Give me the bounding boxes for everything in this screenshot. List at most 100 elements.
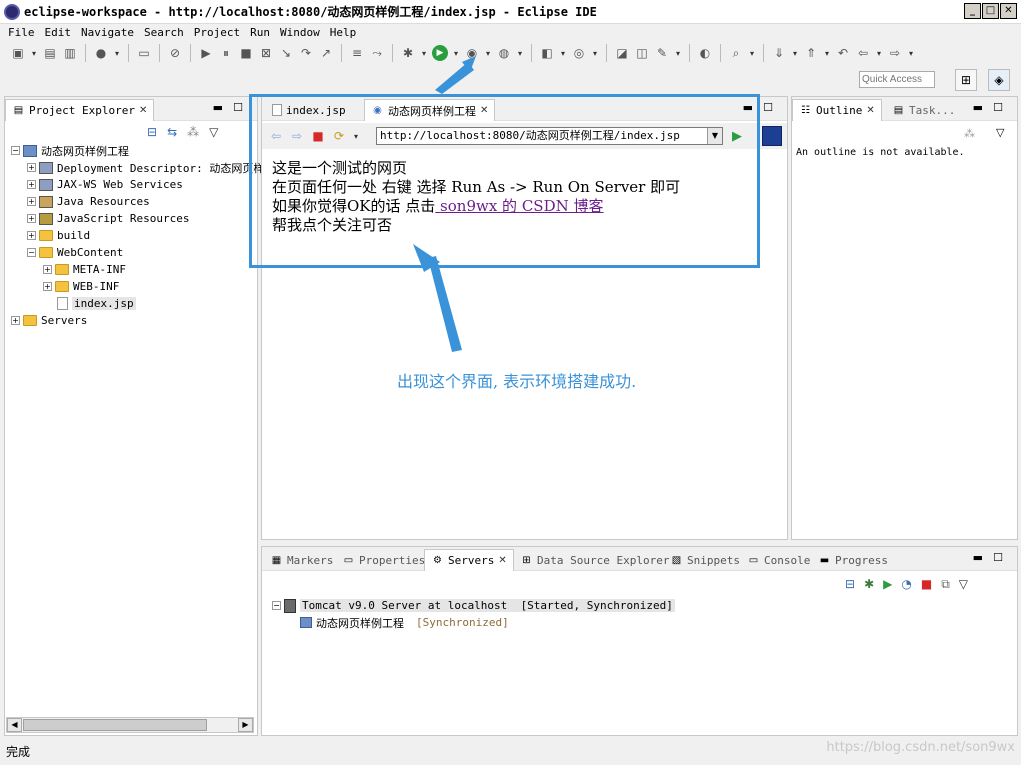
forward-icon[interactable]: ⇨ [887, 45, 903, 61]
menu-search[interactable]: Search [144, 26, 184, 39]
coverage-dropdown-icon[interactable]: ▾ [484, 45, 492, 61]
publish-icon[interactable]: ⧉ [941, 577, 950, 592]
tab-properties[interactable]: ▭ Properties [336, 549, 431, 571]
run-icon[interactable]: ▶ [432, 45, 448, 61]
tree-item-webcontent[interactable]: − WebContent [11, 244, 264, 261]
view-menu-icon[interactable]: ▽ [959, 577, 968, 592]
profile-server-icon[interactable]: ◔ [901, 577, 911, 592]
menu-file[interactable]: File [8, 26, 35, 39]
debug-dropdown-icon[interactable]: ▾ [420, 45, 428, 61]
refresh-dropdown-icon[interactable]: ▾ [352, 128, 360, 144]
menu-window[interactable]: Window [280, 26, 320, 39]
minimize-icon[interactable]: ▬ [973, 101, 983, 114]
tab-project-explorer[interactable]: ▤ Project Explorer ✕ [5, 99, 155, 121]
collapse-icon[interactable]: − [272, 601, 281, 610]
tab-console[interactable]: ▭ Console [741, 549, 816, 571]
minimize-icon[interactable]: ▬ [213, 101, 223, 114]
close-button[interactable]: ✕ [1000, 3, 1017, 19]
back-dropdown-icon[interactable]: ▾ [875, 45, 883, 61]
tab-snippets[interactable]: ▧ Snippets [664, 549, 746, 571]
minimize-button[interactable]: _ [964, 3, 981, 19]
disconnect-icon[interactable]: ⊠ [258, 45, 274, 61]
terminal-icon[interactable]: ▭ [136, 45, 152, 61]
expand-icon[interactable]: + [11, 316, 20, 325]
tree-item-deployment-descriptor[interactable]: + Deployment Descriptor: 动态网页样 [11, 159, 264, 176]
start-server-icon[interactable]: ▶ [883, 577, 892, 592]
filter-icon[interactable]: ⁂ [964, 127, 975, 140]
terminate-icon[interactable]: ■ [238, 45, 254, 61]
step-into-icon[interactable]: ↘ [278, 45, 294, 61]
user-dropdown-icon[interactable]: ▾ [113, 45, 121, 61]
scroll-right-icon[interactable]: ▶ [238, 718, 253, 732]
csdn-blog-link[interactable]: son9wx 的 CSDN 博客 [435, 197, 603, 215]
menu-edit[interactable]: Edit [45, 26, 72, 39]
save-icon[interactable]: ▤ [42, 45, 58, 61]
expand-icon[interactable]: + [43, 265, 52, 274]
stop-icon[interactable]: ■ [310, 128, 326, 144]
close-icon[interactable]: ✕ [480, 105, 488, 116]
quick-access-input[interactable] [859, 71, 935, 88]
user-icon[interactable]: ● [93, 45, 109, 61]
maximize-icon[interactable]: ☐ [993, 101, 1003, 114]
maximize-icon[interactable]: ☐ [763, 101, 773, 114]
next-annotation-icon[interactable]: ⇓ [771, 45, 787, 61]
url-input[interactable]: http://localhost:8080/动态网页样例工程/index.jsp… [376, 127, 723, 145]
forward-icon[interactable]: ⇨ [289, 128, 305, 144]
menu-help[interactable]: Help [330, 26, 357, 39]
tree-item-project[interactable]: − 动态网页样例工程 [11, 142, 264, 159]
go-icon[interactable]: ▶ [732, 129, 742, 144]
tree-item-java-resources[interactable]: + Java Resources [11, 193, 264, 210]
open-type-icon[interactable]: ◪ [614, 45, 630, 61]
next-annotation-dropdown-icon[interactable]: ▾ [791, 45, 799, 61]
pen-icon[interactable]: ✎ [654, 45, 670, 61]
web-browser-icon[interactable]: ◐ [697, 45, 713, 61]
tab-outline[interactable]: ☷ Outline ✕ [792, 99, 882, 121]
expand-icon[interactable]: + [27, 180, 36, 189]
resume-icon[interactable]: ▶ [198, 45, 214, 61]
search-dropdown-icon[interactable]: ▾ [748, 45, 756, 61]
step-over-icon[interactable]: ↷ [298, 45, 314, 61]
link-with-editor-icon[interactable]: ⇆ [167, 125, 177, 139]
minimize-icon[interactable]: ▬ [743, 101, 753, 114]
close-icon[interactable]: ✕ [866, 105, 874, 116]
new-class-icon[interactable]: ◎ [571, 45, 587, 61]
scroll-left-icon[interactable]: ◀ [7, 718, 22, 732]
tree-item-build[interactable]: + build [11, 227, 264, 244]
refresh-icon[interactable]: ⟳ [331, 128, 347, 144]
tab-task-list[interactable]: ▤ Task... [886, 99, 961, 121]
tab-browser[interactable]: ◉ 动态网页样例工程 ✕ [364, 99, 496, 121]
back-icon[interactable]: ⇦ [268, 128, 284, 144]
coverage-icon[interactable]: ◉ [464, 45, 480, 61]
search-icon[interactable]: ⌕ [728, 45, 744, 61]
new-icon[interactable]: ▣ [10, 45, 26, 61]
menu-project[interactable]: Project [194, 26, 240, 39]
tree-item-jaxws[interactable]: + JAX-WS Web Services [11, 176, 264, 193]
skip-breakpoints-icon[interactable]: ⊘ [167, 45, 183, 61]
new-class-dropdown-icon[interactable]: ▾ [591, 45, 599, 61]
expand-icon[interactable]: + [27, 197, 36, 206]
tree-item-servers[interactable]: + Servers [11, 312, 264, 329]
server-item-tomcat[interactable]: − Tomcat v9.0 Server at localhost [Start… [272, 597, 675, 614]
open-folder-icon[interactable]: ◫ [634, 45, 650, 61]
forward-dropdown-icon[interactable]: ▾ [907, 45, 915, 61]
expand-icon[interactable]: + [27, 214, 36, 223]
maximize-button[interactable]: □ [982, 3, 999, 19]
external-tools-icon[interactable]: ◍ [496, 45, 512, 61]
collapse-all-icon[interactable]: ⊟ [147, 125, 157, 139]
expand-icon[interactable]: + [43, 282, 52, 291]
menu-navigate[interactable]: Navigate [81, 26, 134, 39]
tree-item-index-jsp[interactable]: index.jsp [11, 295, 264, 312]
pen-dropdown-icon[interactable]: ▾ [674, 45, 682, 61]
collapse-icon[interactable]: − [11, 146, 20, 155]
horizontal-scrollbar[interactable]: ◀ ▶ [6, 717, 254, 733]
collapse-icon[interactable]: − [27, 248, 36, 257]
server-module-item[interactable]: 动态网页样例工程 [Synchronized] [272, 614, 675, 631]
view-menu-icon[interactable]: ▽ [996, 126, 1004, 139]
tree-item-web-inf[interactable]: + WEB-INF [11, 278, 264, 295]
maximize-icon[interactable]: ☐ [233, 101, 243, 114]
chevron-down-icon[interactable]: ▼ [707, 128, 722, 144]
expand-icon[interactable]: + [27, 231, 36, 240]
browser-logo-icon[interactable] [762, 126, 782, 146]
new-dropdown-icon[interactable]: ▾ [30, 45, 38, 61]
javaee-perspective-icon[interactable]: ◈ [988, 69, 1010, 91]
